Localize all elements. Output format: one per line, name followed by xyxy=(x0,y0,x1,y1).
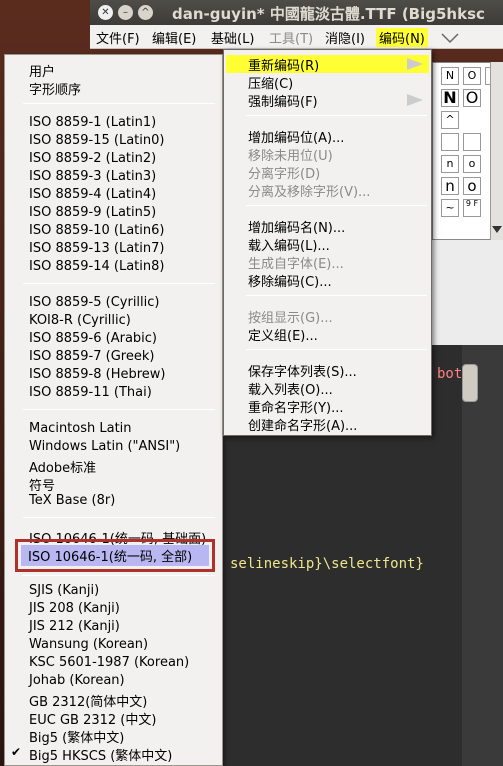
menu-compact[interactable]: 压缩(C) xyxy=(248,73,293,92)
encoding-option[interactable]: JIS 208 (Kanji) xyxy=(29,601,120,616)
menu-make-from-font[interactable]: 生成自字体(E)... xyxy=(248,253,344,272)
encoding-option[interactable]: Johab (Korean) xyxy=(29,673,125,688)
menu-separator xyxy=(246,115,427,116)
encoding-option[interactable]: 符号 xyxy=(29,475,55,494)
menu-file[interactable]: 文件(F) xyxy=(96,28,140,47)
menu-load-encoding[interactable]: 载入编码(L)... xyxy=(248,235,330,254)
glyph-cell[interactable]: o xyxy=(463,177,481,195)
editor-header xyxy=(430,240,503,345)
encoding-option[interactable]: ISO 8859-15 (Latin0) xyxy=(29,133,164,148)
submenu-arrow-icon xyxy=(407,58,423,70)
menu-detach-glyphs[interactable]: 分离字形(D) xyxy=(248,163,320,182)
glyph-cell[interactable]: 9 F xyxy=(463,199,481,217)
selection-highlight-frame: ISO 10646-1(统一码, 全部) xyxy=(15,539,215,572)
encoding-option[interactable]: KOI8-R (Cyrillic) xyxy=(29,313,131,328)
menu-separator xyxy=(23,103,215,104)
menu-add-encoding-slots[interactable]: 增加编码位(A)... xyxy=(248,127,344,146)
menu-edit[interactable]: 编辑(E) xyxy=(152,28,196,47)
menu-load-namelist[interactable]: 载入列表(O)... xyxy=(248,379,333,398)
menu-encoding[interactable]: 编码(N) xyxy=(376,28,428,47)
encoding-option[interactable]: KSC 5601-1987 (Korean) xyxy=(29,655,189,670)
editor-gutter xyxy=(462,345,503,766)
editor-code-line: selineskip}\selectfont} xyxy=(230,556,424,572)
encoding-menu: 重新编码(R) 压缩(C) 强制编码(F) 增加编码位(A)... 移除未用位(… xyxy=(223,49,432,436)
encoding-option[interactable]: SJIS (Kanji) xyxy=(29,583,99,598)
encoding-option[interactable]: GB 2312(简体中文) xyxy=(29,691,147,710)
menu-separator xyxy=(23,575,215,576)
encoding-option[interactable]: ISO 8859-2 (Latin2) xyxy=(29,151,156,166)
maximize-icon[interactable]: ^ xyxy=(138,5,153,20)
glyph-grid-scrollbar[interactable] xyxy=(490,62,503,240)
encoding-option[interactable]: ISO 8859-11 (Thai) xyxy=(29,385,152,400)
menu-overflow-icon[interactable] xyxy=(440,32,460,44)
encoding-option[interactable]: ISO 8859-9 (Latin5) xyxy=(29,205,156,220)
menu-detach-remove-glyphs[interactable]: 分离及移除字形(V)... xyxy=(248,181,370,200)
menu-separator xyxy=(23,517,215,518)
encoding-option-selected[interactable]: ISO 10646-1(统一码, 全部) xyxy=(28,546,192,565)
submenu-arrow-icon xyxy=(407,94,423,106)
encoding-option[interactable]: ISO 8859-4 (Latin4) xyxy=(29,187,156,202)
menu-separator xyxy=(246,295,427,296)
menu-element[interactable]: 基础(L) xyxy=(211,28,254,47)
encoding-option[interactable]: ISO 8859-1 (Latin1) xyxy=(29,115,156,130)
menubar: 文件(F) 编辑(E) 基础(L) 工具(T) 消隐(I) 编码(N) xyxy=(90,25,503,49)
menu-save-namelist[interactable]: 保存字体列表(S)... xyxy=(248,361,357,380)
glyph-cell[interactable]: ^ xyxy=(441,111,459,129)
check-icon: ✔ xyxy=(11,745,22,759)
menu-force-encoding[interactable]: 强制编码(F) xyxy=(248,91,318,110)
menu-remove-encoding[interactable]: 移除编码(C)... xyxy=(248,271,332,290)
glyph-cell[interactable]: o xyxy=(463,155,481,173)
encoding-option[interactable]: ISO 8859-8 (Hebrew) xyxy=(29,367,166,382)
editor-code-line: bot xyxy=(437,366,463,382)
menu-hints[interactable]: 消隐(I) xyxy=(325,28,365,47)
glyph-cell[interactable]: N xyxy=(441,67,459,85)
menu-display-by-groups[interactable]: 按组显示(G)... xyxy=(248,307,333,326)
window-title: dan-guyin* 中國龍淡古體.TTF (Big5hksc xyxy=(172,5,485,23)
close-icon[interactable]: ✕ xyxy=(98,5,113,20)
encoding-option[interactable]: 用户 xyxy=(29,61,55,80)
encoding-option[interactable]: ISO 8859-5 (Cyrillic) xyxy=(29,295,159,310)
encoding-option[interactable]: Big5 (繁体中文) xyxy=(29,727,124,746)
menu-add-encoding-name[interactable]: 增加编码名(N)... xyxy=(248,217,345,236)
encoding-option[interactable]: ISO 8859-7 (Greek) xyxy=(29,349,154,364)
encoding-option[interactable]: ISO 8859-10 (Latin6) xyxy=(29,223,164,238)
encoding-option[interactable]: Wansung (Korean) xyxy=(29,637,148,652)
glyph-cell[interactable]: n xyxy=(441,155,459,173)
glyph-cell[interactable]: O xyxy=(463,89,481,107)
encoding-option-checked[interactable]: Big5 HKSCS (繁体中文) xyxy=(29,745,172,764)
menu-reencode[interactable]: 重新编码(R) xyxy=(248,55,319,74)
menu-separator xyxy=(23,283,215,284)
glyph-cell[interactable] xyxy=(463,133,481,151)
menu-rename-glyphs[interactable]: 重命名字形(Y)... xyxy=(248,397,343,416)
reencode-submenu: 用户 字形顺序 ISO 8859-1 (Latin1) ISO 8859-15 … xyxy=(4,54,223,766)
menu-separator xyxy=(246,349,427,350)
scroll-down-icon[interactable] xyxy=(492,226,502,234)
encoding-option[interactable]: JIS 212 (Kanji) xyxy=(29,619,120,634)
encoding-option[interactable]: TeX Base (8r) xyxy=(29,493,115,508)
glyph-cell[interactable]: N xyxy=(441,89,459,107)
menu-separator xyxy=(23,409,215,410)
editor-scroll-thumb[interactable] xyxy=(462,364,478,402)
menu-define-groups[interactable]: 定义组(E)... xyxy=(248,325,318,344)
glyph-cell[interactable]: ~ xyxy=(441,199,459,217)
menu-remove-unused-slots[interactable]: 移除未用位(U) xyxy=(248,145,333,164)
menu-tools[interactable]: 工具(T) xyxy=(269,28,313,47)
glyph-cell[interactable] xyxy=(441,133,459,151)
menu-separator xyxy=(246,205,427,206)
encoding-option[interactable]: ISO 8859-3 (Latin3) xyxy=(29,169,156,184)
title-bar: ✕ – ^ dan-guyin* 中國龍淡古體.TTF (Big5hksc xyxy=(90,0,503,25)
glyph-cell[interactable]: O xyxy=(463,67,481,85)
encoding-option[interactable]: Adobe标准 xyxy=(29,457,96,476)
encoding-option[interactable]: ISO 8859-6 (Arabic) xyxy=(29,331,157,346)
encoding-option[interactable]: Windows Latin ("ANSI") xyxy=(29,439,180,454)
encoding-option[interactable]: Macintosh Latin xyxy=(29,421,132,436)
encoding-option[interactable]: 字形顺序 xyxy=(29,79,81,98)
encoding-option[interactable]: ISO 8859-14 (Latin8) xyxy=(29,259,164,274)
glyph-cell[interactable]: n xyxy=(441,177,459,195)
minimize-icon[interactable]: – xyxy=(118,5,133,20)
encoding-option[interactable]: ISO 8859-13 (Latin7) xyxy=(29,241,164,256)
menu-create-named-glyphs[interactable]: 创建命名字形(A)... xyxy=(248,415,357,434)
encoding-option[interactable]: EUC GB 2312 (中文) xyxy=(29,709,156,728)
